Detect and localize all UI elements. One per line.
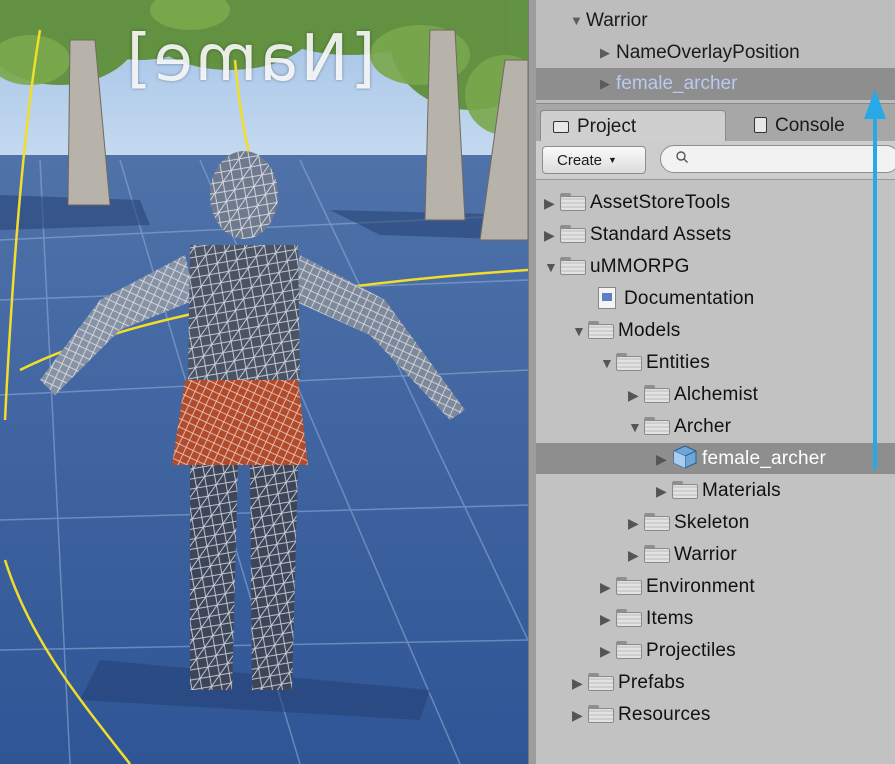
dropdown-caret-icon: ▼: [608, 155, 617, 165]
folder-icon: [560, 225, 586, 243]
tree-item-items[interactable]: ▶ Items: [600, 603, 693, 635]
tree-item-archer[interactable]: ▼ Archer: [628, 411, 731, 443]
folder-icon: [616, 353, 642, 371]
tree-item-environment[interactable]: ▶ Environment: [600, 571, 755, 603]
tree-item-resources[interactable]: ▶ Resources: [572, 699, 711, 731]
search-icon: [676, 151, 688, 163]
panel-splitter[interactable]: [528, 0, 536, 764]
model-cube-icon: [673, 445, 697, 469]
collapse-arrow-icon[interactable]: ▶: [656, 475, 672, 507]
search-input[interactable]: [660, 145, 895, 173]
folder-icon: [560, 193, 586, 211]
folder-icon: [588, 705, 614, 723]
hierarchy-item-female-archer[interactable]: ▶ female_archer: [600, 68, 737, 100]
tree-item-ummorpg[interactable]: ▼ uMMORPG: [544, 251, 690, 283]
tree-item-materials[interactable]: ▶ Materials: [656, 475, 781, 507]
collapse-arrow-icon[interactable]: ▶: [628, 539, 644, 571]
folder-icon: [644, 385, 670, 403]
project-toolbar: Create ▼: [536, 141, 895, 180]
collapse-arrow-icon[interactable]: ▶: [572, 667, 588, 699]
name-overlay-text: [Name]: [124, 22, 376, 96]
folder-tab-icon: [553, 121, 569, 133]
document-icon: [598, 287, 616, 309]
tree-item-warrior[interactable]: ▶ Warrior: [628, 539, 737, 571]
folder-icon: [616, 609, 642, 627]
folder-icon: [616, 577, 642, 595]
console-icon: [754, 117, 767, 133]
hierarchy-item-warrior[interactable]: ▼ Warrior: [570, 5, 648, 37]
expand-arrow-icon[interactable]: ▼: [628, 411, 644, 443]
expand-arrow-icon[interactable]: ▼: [572, 315, 588, 347]
collapse-arrow-icon[interactable]: ▶: [600, 571, 616, 603]
tree-item-entities[interactable]: ▼ Entities: [600, 347, 710, 379]
collapse-arrow-icon[interactable]: ▶: [600, 37, 616, 69]
collapse-arrow-icon[interactable]: ▶: [600, 68, 616, 100]
create-dropdown-button[interactable]: Create ▼: [542, 146, 646, 174]
panel-tab-strip: Project Console: [536, 103, 895, 142]
tree-item-female-archer[interactable]: ▶ female_archer: [656, 443, 826, 475]
tree-item-skeleton[interactable]: ▶ Skeleton: [628, 507, 750, 539]
collapse-arrow-icon[interactable]: ▶: [544, 219, 560, 251]
scene-view[interactable]: [Name]: [0, 0, 528, 764]
folder-icon: [588, 321, 614, 339]
tree-item-standard-assets[interactable]: ▶ Standard Assets: [544, 219, 731, 251]
collapse-arrow-icon[interactable]: ▶: [544, 187, 560, 219]
hierarchy-item-label: Warrior: [586, 10, 648, 31]
expand-arrow-icon[interactable]: ▼: [600, 347, 616, 379]
drag-annotation-arrow-icon: [864, 89, 886, 470]
tree-item-documentation[interactable]: Documentation: [598, 283, 754, 315]
tab-project[interactable]: Project: [540, 110, 726, 142]
scene-canvas: [0, 0, 528, 764]
create-button-label: Create: [557, 152, 603, 169]
hierarchy-item-label: female_archer: [616, 73, 738, 94]
collapse-arrow-icon[interactable]: ▶: [628, 507, 644, 539]
tab-console-label: Console: [775, 115, 845, 136]
hierarchy-item-nameoverlayposition[interactable]: ▶ NameOverlayPosition: [600, 37, 800, 69]
folder-icon: [644, 513, 670, 531]
folder-icon: [588, 673, 614, 691]
collapse-arrow-icon[interactable]: ▶: [628, 379, 644, 411]
tree-item-projectiles[interactable]: ▶ Projectiles: [600, 635, 736, 667]
folder-icon: [644, 417, 670, 435]
collapse-arrow-icon[interactable]: ▶: [600, 635, 616, 667]
collapse-arrow-icon[interactable]: ▶: [656, 443, 672, 475]
collapse-arrow-icon[interactable]: ▶: [600, 603, 616, 635]
tree-item-assetstoretools[interactable]: ▶ AssetStoreTools: [544, 187, 730, 219]
folder-icon: [672, 481, 698, 499]
folder-icon: [560, 257, 586, 275]
expand-arrow-icon[interactable]: ▼: [570, 5, 586, 37]
tree-item-prefabs[interactable]: ▶ Prefabs: [572, 667, 685, 699]
tree-item-alchemist[interactable]: ▶ Alchemist: [628, 379, 758, 411]
tree-item-models[interactable]: ▼ Models: [572, 315, 680, 347]
tab-project-label: Project: [577, 116, 637, 137]
expand-arrow-icon[interactable]: ▼: [544, 251, 560, 283]
collapse-arrow-icon[interactable]: ▶: [572, 699, 588, 731]
folder-icon: [644, 545, 670, 563]
folder-icon: [616, 641, 642, 659]
hierarchy-item-label: NameOverlayPosition: [616, 42, 800, 63]
